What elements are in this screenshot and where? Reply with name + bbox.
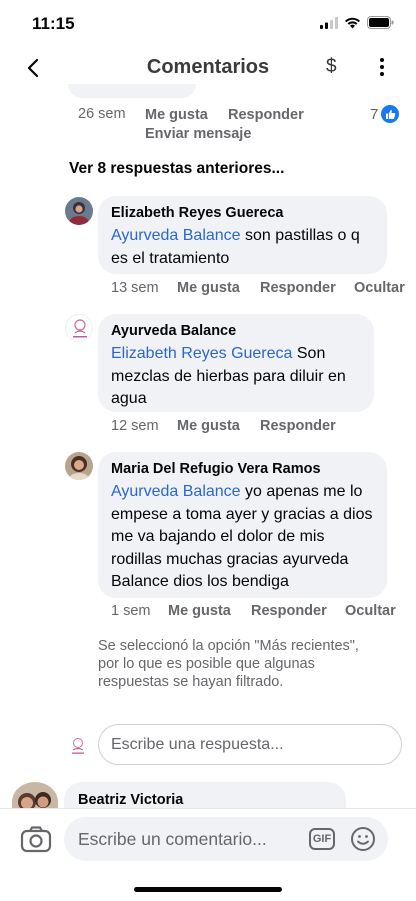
reply-meta: 1 sem Me gusta Responder Ocultar [111,603,411,623]
comment-author[interactable]: Ayurveda Balance [111,323,362,339]
like-button[interactable]: Me gusta [177,280,240,296]
hide-button[interactable]: Ocultar [354,280,405,296]
reaction-summary[interactable]: 7 [370,105,400,123]
comment-time: 26 sem [78,106,126,122]
gif-icon[interactable]: GIF [309,828,335,850]
reply-input[interactable] [98,724,402,765]
signal-icon [320,16,338,29]
reply-meta: 13 sem Me gusta Responder Ocultar [111,280,411,300]
avatar[interactable] [65,197,93,225]
dollar-button[interactable]: $ [326,56,337,78]
comment-text: Elizabeth Reyes Guereca Son mezclas de h… [111,343,362,411]
more-icon[interactable] [372,54,392,80]
hide-button[interactable]: Ocultar [345,603,396,619]
avatar [66,734,90,758]
reply-button[interactable]: Responder [260,280,336,296]
view-previous-replies-link[interactable]: Ver 8 respuestas anteriores... [69,160,284,178]
reply-meta: 12 sem Me gusta Responder [111,418,411,438]
comment-time: 1 sem [111,603,151,619]
mention-link[interactable]: Elizabeth Reyes Guereca [111,345,292,362]
like-button[interactable]: Me gusta [177,418,240,434]
status-time: 11:15 [32,14,75,33]
comment-composer: GIF [0,808,416,901]
comment-text: Ayurveda Balance yo apenas me lo empese … [111,481,375,594]
reply-composer [0,724,416,766]
like-button[interactable]: Me gusta [168,603,231,619]
page-title: Comentarios [146,56,270,78]
comment-author[interactable]: Beatriz Victoria [78,792,332,808]
status-bar: 11:15 [0,0,416,48]
wifi-icon [345,17,360,28]
reaction-count: 7 [370,105,379,123]
header: Comentarios $ [0,48,416,88]
like-button[interactable]: Me gusta [145,107,208,123]
home-indicator [134,887,282,892]
parent-comment-bubble [68,84,196,98]
reply-bubble: Ayurveda Balance Elizabeth Reyes Guereca… [98,314,374,412]
parent-comment-meta: 26 sem Me gusta Responder Enviar mensaje [78,106,408,146]
comment-time: 12 sem [111,418,159,434]
battery-icon [367,16,394,29]
emoji-icon[interactable] [350,826,376,852]
comment-box: GIF [64,817,388,861]
reply-button[interactable]: Responder [251,603,327,619]
mention-link[interactable]: Ayurveda Balance [111,483,241,500]
filter-notice: Se seleccionó la opción "Más recientes",… [98,638,359,690]
camera-icon[interactable] [20,825,52,853]
reply-bubble: Maria Del Refugio Vera Ramos Ayurveda Ba… [98,452,387,598]
comment-author[interactable]: Maria Del Refugio Vera Ramos [111,461,375,477]
status-icons [320,16,394,29]
mention-link[interactable]: Ayurveda Balance [111,227,241,244]
send-message-button[interactable]: Enviar mensaje [145,126,251,142]
like-icon [381,105,400,123]
comment-time: 13 sem [111,280,159,296]
comment-author[interactable]: Elizabeth Reyes Guereca [111,205,375,221]
reply-button[interactable]: Responder [228,107,304,123]
comment-text: Ayurveda Balance son pastillas o q es el… [111,225,375,270]
avatar[interactable] [65,452,93,480]
comment-input[interactable] [78,817,302,861]
avatar[interactable] [65,314,93,342]
reply-bubble: Elizabeth Reyes Guereca Ayurveda Balance… [98,196,387,274]
reply-button[interactable]: Responder [260,418,336,434]
